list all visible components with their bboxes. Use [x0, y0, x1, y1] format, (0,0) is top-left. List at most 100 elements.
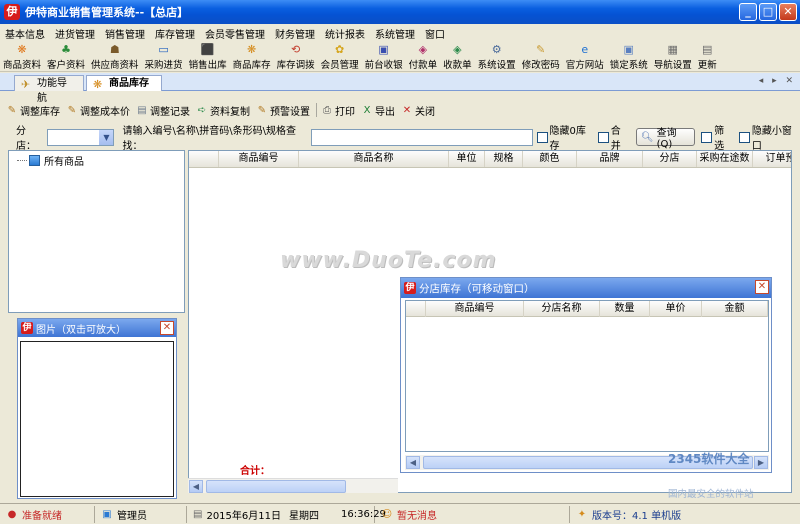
toolbar-button[interactable]: ♣ 客户资料 [44, 42, 88, 71]
toolbar-button[interactable]: ▦ 导航设置 [651, 42, 695, 71]
toolbar-button[interactable]: ◈ 收款单 [440, 42, 475, 71]
subtoolbar-button[interactable]: ✎ 调整库存 [6, 103, 60, 118]
menu-item[interactable]: 基本信息 [0, 26, 50, 41]
scroll-right-icon[interactable]: ▶ [754, 456, 768, 469]
warning-icon: ✎ [257, 104, 267, 116]
tab-function-nav[interactable]: ✈ 功能导航 [14, 75, 84, 104]
toolbar-label: 收款单 [443, 60, 472, 71]
subtoolbar-button[interactable]: ⎙ 打印 [321, 103, 355, 118]
menu-item[interactable]: 销售管理 [100, 26, 150, 41]
nav-settings-icon: ▦ [667, 43, 678, 56]
toolbar-label: 客户资料 [47, 60, 86, 71]
image-preview-area[interactable] [20, 341, 174, 497]
toolbar-button[interactable]: ▭ 采购进货 [142, 42, 186, 71]
checkbox-box[interactable] [598, 131, 609, 143]
status-user: ▣ 管理员 [95, 505, 187, 523]
checkbox-box[interactable] [739, 131, 750, 143]
store-window-titlebar[interactable]: 伊 分店库存（可移动窗口） ✕ [401, 278, 771, 298]
app-logo-icon: 伊 [4, 4, 20, 20]
toolbar-label: 供应商资料 [91, 60, 139, 71]
toolbar-button[interactable]: ▤ 更新 [695, 42, 720, 71]
close-icon[interactable]: ✕ [755, 280, 769, 294]
hide-small-window-checkbox[interactable]: 隐藏小窗口 [739, 122, 800, 152]
menu-item[interactable]: 库存管理 [150, 26, 200, 41]
minimize-button[interactable]: _ [739, 3, 757, 21]
grid-column-header[interactable]: 商品编号 [219, 151, 299, 167]
toolbar-label: 前台收银 [364, 60, 403, 71]
menu-item[interactable]: 窗口 [420, 26, 450, 41]
store-grid-column-header[interactable]: 金额 [702, 301, 768, 317]
toolbar-button[interactable]: ☗ 供应商资料 [88, 42, 142, 71]
toolbar-button[interactable]: ◈ 付款单 [406, 42, 441, 71]
subtoolbar-button[interactable]: ✎ 预警设置 [256, 103, 310, 118]
store-grid-column-header[interactable]: 数量 [600, 301, 650, 317]
toolbar-button[interactable]: ⚙ 系统设置 [475, 42, 519, 71]
grid-column-header[interactable]: 订单预 [753, 151, 792, 167]
grid-column-header[interactable] [189, 151, 219, 167]
subtoolbar-button[interactable]: ✕ 关闭 [401, 103, 435, 118]
menu-item[interactable]: 进货管理 [50, 26, 100, 41]
chevron-down-icon[interactable]: ▼ [99, 129, 114, 145]
toolbar-button[interactable]: ✿ 会员管理 [318, 42, 362, 71]
close-window-button[interactable]: ✕ [779, 3, 797, 21]
search-icon: 🔍︎ [640, 131, 654, 143]
toolbar-button[interactable]: ❋ 商品库存 [230, 42, 274, 71]
inventory-tab-icon: ❋ [93, 78, 103, 91]
version-icon: ✦ [577, 508, 587, 520]
status-message[interactable]: ☺ 暂无消息 [375, 505, 570, 523]
subtoolbar-button[interactable]: ✎ 调整成本价 [66, 103, 130, 118]
menu-item[interactable]: 财务管理 [270, 26, 320, 41]
checkbox-box[interactable] [536, 131, 548, 143]
copy-icon: ➪ [197, 104, 207, 116]
toolbar-label: 系统设置 [477, 60, 516, 71]
calendar-icon: ▤ [193, 508, 203, 520]
toolbar-label: 官方网站 [565, 60, 604, 71]
query-button[interactable]: 🔍︎ 查询(Q) [635, 128, 696, 150]
store-grid-column-header[interactable] [406, 301, 426, 317]
scroll-left-icon[interactable]: ◀ [406, 456, 420, 469]
grid-horizontal-scrollbar[interactable]: ◀ [188, 478, 398, 493]
merge-checkbox[interactable]: 合并 [598, 122, 630, 152]
grid-column-header[interactable]: 品牌 [577, 151, 643, 167]
tab-inventory[interactable]: ❋ 商品库存 [86, 75, 162, 91]
image-window-titlebar[interactable]: 伊 图片（双击可放大） ✕ [18, 319, 176, 337]
toolbar-button[interactable]: ▣ 前台收银 [362, 42, 406, 71]
grid-column-header[interactable]: 采购在途数 [697, 151, 753, 167]
tab-navigation-arrows[interactable]: ◂ ▸ ✕ [759, 76, 796, 86]
scroll-left-icon[interactable]: ◀ [189, 480, 203, 493]
maximize-button[interactable]: □ [759, 3, 777, 21]
grid-column-header[interactable]: 颜色 [523, 151, 577, 167]
app-logo-icon: 伊 [404, 282, 416, 294]
close-icon[interactable]: ✕ [160, 321, 174, 335]
subtoolbar-button[interactable]: ▤ 调整记录 [136, 103, 190, 118]
menu-item[interactable]: 系统管理 [370, 26, 420, 41]
store-label: 分店： [16, 126, 36, 152]
toolbar-button[interactable]: e 官方网站 [563, 42, 607, 71]
toolbar-button[interactable]: ▣ 锁定系统 [607, 42, 651, 71]
grid-column-header[interactable]: 单位 [449, 151, 485, 167]
subtoolbar-label: 资料复制 [210, 106, 250, 118]
subtoolbar-button[interactable]: X 导出 [361, 103, 395, 118]
grid-column-header[interactable]: 分店 [643, 151, 697, 167]
checkbox-box[interactable] [701, 131, 713, 143]
grid-column-header[interactable]: 商品名称 [299, 151, 449, 167]
toolbar-button[interactable]: ⬛ 销售出库 [186, 42, 230, 71]
subtoolbar-button[interactable]: ➪ 资料复制 [196, 103, 250, 118]
store-grid-column-header[interactable]: 商品编号 [426, 301, 524, 317]
grid-column-header[interactable]: 规格 [485, 151, 523, 167]
menu-item[interactable]: 会员零售管理 [200, 26, 270, 41]
filter-checkbox[interactable]: 筛选 [701, 122, 733, 152]
toolbar-button[interactable]: ❋ 商品资料 [0, 42, 44, 71]
search-input[interactable] [311, 128, 533, 146]
scroll-thumb[interactable] [206, 480, 346, 493]
tree-item-all-goods[interactable]: 所有商品 [17, 153, 84, 168]
store-select[interactable]: ▼ [46, 128, 115, 146]
toolbar-button[interactable]: ✎ 修改密码 [519, 42, 563, 71]
store-grid-column-header[interactable]: 单价 [650, 301, 702, 317]
store-grid-column-header[interactable]: 分店名称 [524, 301, 600, 317]
member-icon: ✿ [335, 43, 345, 56]
hide-zero-checkbox[interactable]: 隐藏0库存 [536, 122, 594, 152]
toolbar-label: 库存调拨 [276, 60, 315, 71]
toolbar-button[interactable]: ⟲ 库存调拨 [274, 42, 318, 71]
menu-item[interactable]: 统计报表 [320, 26, 370, 41]
